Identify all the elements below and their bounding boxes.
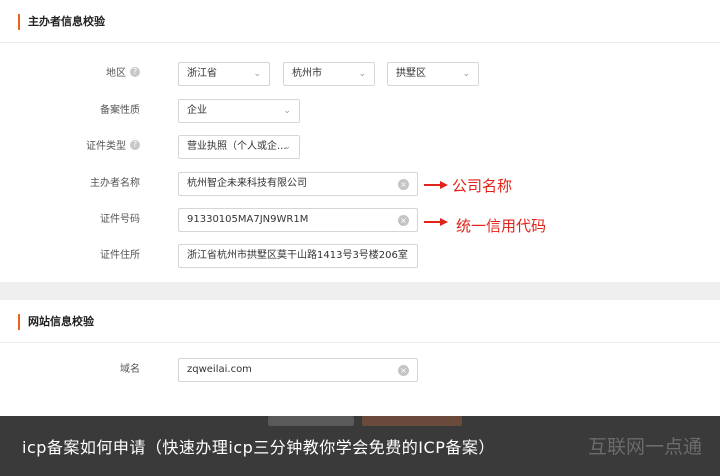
address-label: 证件住所 — [100, 250, 140, 261]
chevron-down-icon: ⌄ — [283, 106, 291, 116]
cert-no-label: 证件号码 — [100, 214, 140, 225]
hidden-button — [362, 416, 462, 426]
website-info-card: 网站信息校验 域名 zqweilai.com × — [0, 300, 720, 430]
nature-select[interactable]: 企业 ⌄ — [178, 99, 300, 123]
red-arrow-icon — [424, 181, 448, 189]
section-title-owner: 主办者信息校验 — [18, 14, 105, 30]
owner-info-card: 主办者信息校验 地区? 浙江省 ⌄ 杭州市 ⌄ 拱墅区 ⌄ 备案性质 企业 ⌄ … — [0, 0, 720, 282]
city-select[interactable]: 杭州市 ⌄ — [283, 62, 375, 86]
org-name-value: 杭州智企未来科技有限公司 — [187, 178, 307, 189]
chevron-down-icon: ⌄ — [462, 69, 470, 79]
company-name-annotation: 公司名称 — [452, 177, 513, 195]
district-select[interactable]: 拱墅区 ⌄ — [387, 62, 479, 86]
divider — [0, 42, 720, 43]
domain-label: 域名 — [120, 364, 140, 375]
domain-value: zqweilai.com — [187, 364, 252, 375]
province-select[interactable]: 浙江省 ⌄ — [178, 62, 270, 86]
cert-type-value: 营业执照（个人或企... — [187, 141, 287, 152]
clear-icon[interactable]: × — [398, 179, 409, 190]
cert-no-value: 91330105MA7JN9WR1M — [187, 214, 309, 225]
caption-bar: icp备案如何申请（快速办理icp三分钟教你学会免费的ICP备案） 互联网一点通 — [0, 416, 720, 476]
chevron-down-icon: ⌄ — [283, 142, 291, 152]
city-value: 杭州市 — [292, 68, 322, 79]
address-value: 浙江省杭州市拱墅区莫干山路1413号3号楼206室 — [187, 250, 408, 261]
clear-icon[interactable]: × — [398, 215, 409, 226]
domain-input[interactable]: zqweilai.com × — [178, 358, 418, 382]
red-arrow-icon — [424, 218, 448, 226]
clear-icon[interactable]: × — [398, 365, 409, 376]
org-name-input[interactable]: 杭州智企未来科技有限公司 × — [178, 172, 418, 196]
hidden-button — [268, 416, 354, 426]
district-value: 拱墅区 — [396, 68, 426, 79]
section-title-website: 网站信息校验 — [18, 314, 94, 330]
region-label: 地区? — [0, 62, 140, 86]
caption-text: icp备案如何申请（快速办理icp三分钟教你学会免费的ICP备案） — [22, 438, 495, 457]
chevron-down-icon: ⌄ — [253, 69, 261, 79]
address-input[interactable]: 浙江省杭州市拱墅区莫干山路1413号3号楼206室 — [178, 244, 418, 268]
nature-value: 企业 — [187, 105, 207, 116]
help-circle-icon[interactable]: ? — [130, 140, 140, 150]
cert-no-input[interactable]: 91330105MA7JN9WR1M × — [178, 208, 418, 232]
cert-type-label: 证件类型? — [0, 135, 140, 159]
help-circle-icon[interactable]: ? — [130, 67, 140, 77]
watermark: 互联网一点通 — [587, 436, 702, 458]
chevron-down-icon: ⌄ — [358, 69, 366, 79]
region-label-text: 地区 — [106, 68, 126, 79]
credit-code-annotation: 统一信用代码 — [456, 217, 547, 235]
org-name-label: 主办者名称 — [90, 178, 140, 189]
cert-type-label-text: 证件类型 — [86, 141, 126, 152]
province-value: 浙江省 — [187, 68, 217, 79]
nature-label: 备案性质 — [100, 105, 140, 116]
cert-type-select[interactable]: 营业执照（个人或企... ⌄ — [178, 135, 300, 159]
divider — [0, 342, 720, 343]
